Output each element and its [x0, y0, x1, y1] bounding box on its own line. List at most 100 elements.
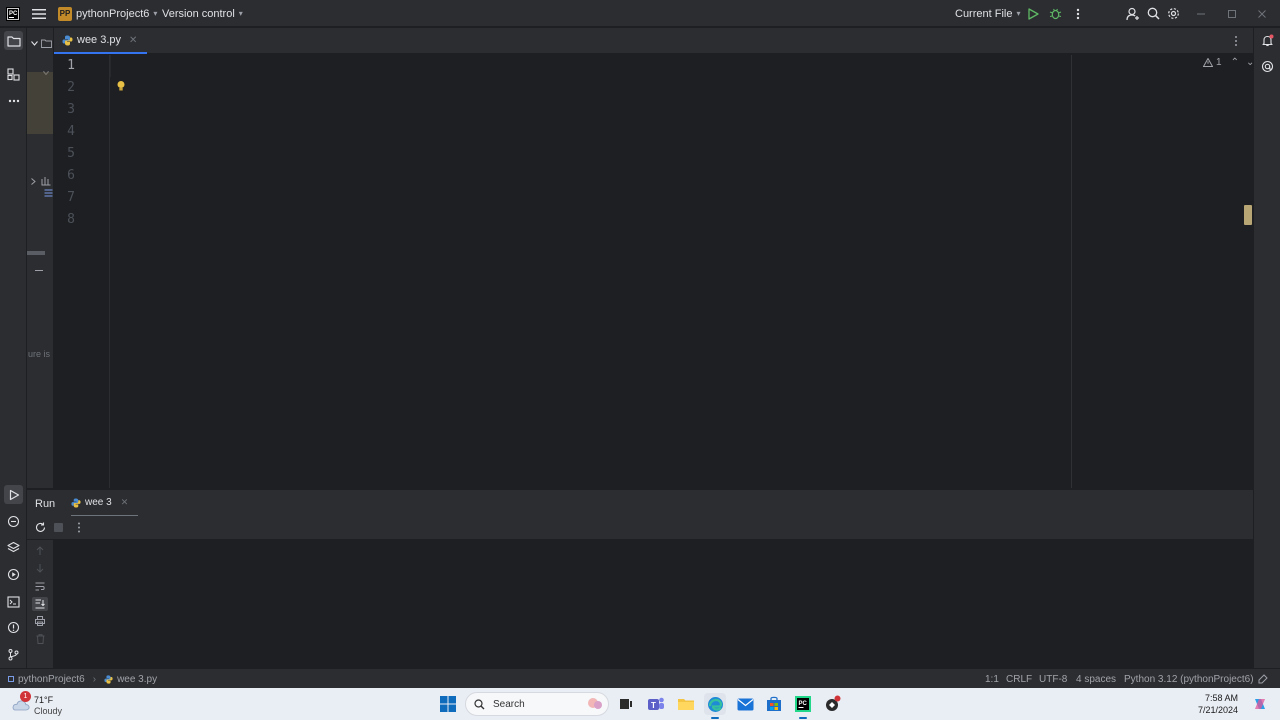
windows-start-icon[interactable] [437, 693, 459, 715]
run-button[interactable] [1027, 0, 1039, 27]
system-clock[interactable]: 7:58 AM 7/21/2024 [1190, 693, 1238, 715]
project-badge: PP [58, 6, 72, 21]
inspection-count: 1 [1216, 57, 1222, 68]
layers-tool-button[interactable] [4, 538, 23, 557]
vcs-selector[interactable]: Version control ▾ [162, 0, 243, 27]
line-number-gutter: 1 2 3 4 5 6 7 8 [54, 55, 110, 488]
minimize-window-icon[interactable] [1196, 0, 1206, 27]
folder-icon [6, 35, 21, 47]
chevron-up-icon[interactable]: ⌃ [1231, 57, 1239, 68]
inspection-widget[interactable]: 1 ⌃ ⌄ [1203, 57, 1254, 68]
print-icon[interactable] [35, 616, 45, 626]
trash-icon[interactable] [36, 634, 45, 644]
mail-icon[interactable] [734, 693, 756, 715]
structure-tool-button[interactable] [4, 65, 23, 84]
search-icon[interactable] [1147, 0, 1160, 27]
notifications-bell-icon[interactable] [1258, 31, 1277, 50]
copilot-icon[interactable] [1249, 693, 1271, 715]
debug-button[interactable] [1049, 0, 1062, 27]
editor-tab-bar: wee 3.py ✕ [54, 28, 1253, 54]
editor-tab-wee3[interactable]: wee 3.py ✕ [54, 28, 148, 54]
weather-widget[interactable]: 1 71°F Cloudy [10, 691, 90, 717]
scroll-up-icon[interactable] [36, 546, 44, 556]
rerun-icon[interactable] [35, 522, 46, 533]
close-tab-icon[interactable]: ✕ [129, 35, 137, 46]
read-only-lock-icon[interactable] [1258, 669, 1268, 689]
line-ending[interactable]: CRLF [1006, 669, 1032, 689]
run-config-selector[interactable]: Current File ▾ [955, 0, 1020, 27]
svg-text:PC: PC [799, 701, 808, 707]
file-encoding[interactable]: UTF-8 [1039, 669, 1067, 689]
run-options-icon[interactable] [77, 522, 81, 533]
problems-tool-button[interactable] [4, 618, 23, 637]
close-tab-icon[interactable]: ✕ [121, 497, 129, 508]
folder-icon [41, 39, 52, 48]
teams-icon[interactable]: T [645, 693, 667, 715]
project-selector[interactable]: PP pythonProject6 ▾ [58, 0, 157, 27]
breadcrumb-file[interactable]: wee 3.py [117, 674, 157, 685]
weather-temp: 71°F [34, 695, 54, 705]
line-number: 3 [67, 102, 75, 117]
svg-text:T: T [651, 701, 656, 710]
panel-scrollbar[interactable] [27, 251, 45, 255]
git-tool-button[interactable] [4, 645, 23, 664]
breadcrumb-project[interactable]: pythonProject6 [18, 674, 85, 685]
active-app-indicator [711, 717, 719, 719]
run-console-output[interactable] [54, 540, 1253, 668]
stop-icon[interactable] [54, 523, 63, 532]
editor-scroll-marker[interactable] [1244, 205, 1252, 225]
selected-tree-row[interactable] [27, 72, 53, 134]
run-tab-wee3[interactable]: wee 3 ✕ [71, 490, 139, 517]
microsoft-store-icon[interactable] [763, 693, 785, 715]
active-app-indicator [799, 717, 807, 719]
ai-assistant-icon[interactable] [1258, 57, 1277, 76]
app-with-notification-icon[interactable] [821, 693, 843, 715]
python-interpreter[interactable]: Python 3.12 (pythonProject6) [1124, 669, 1254, 689]
git-branch-icon [8, 649, 19, 661]
scratches-icon[interactable] [44, 189, 53, 197]
maximize-window-icon[interactable] [1227, 0, 1237, 27]
external-libraries-node[interactable] [31, 176, 51, 186]
library-icon [41, 177, 51, 186]
run-side-toolbar [27, 540, 54, 668]
close-window-icon[interactable] [1257, 0, 1267, 27]
code-editor[interactable]: 1 ⌃ ⌄ [111, 55, 1254, 488]
collapse-icon[interactable] [35, 270, 43, 271]
edge-browser-icon[interactable] [704, 693, 726, 719]
main-menu-icon[interactable] [32, 0, 46, 27]
weather-desc: Cloudy [34, 706, 63, 716]
pycharm-taskbar-icon[interactable]: PC [792, 693, 814, 719]
file-explorer-icon[interactable] [675, 693, 697, 715]
task-view-icon[interactable] [615, 693, 637, 715]
more-actions-icon[interactable] [1074, 0, 1082, 27]
taskbar-search[interactable]: Search [465, 692, 609, 716]
python-packages-tool-button[interactable] [4, 512, 23, 531]
module-icon [8, 676, 14, 682]
caret-position[interactable]: 1:1 [985, 669, 999, 689]
line-number: 1 [67, 58, 75, 73]
python-file-icon [71, 497, 81, 508]
app-logo[interactable]: PC [6, 0, 20, 27]
run-toolbar [27, 516, 1253, 540]
project-tree-root[interactable] [31, 38, 53, 48]
scroll-down-icon[interactable] [36, 563, 44, 573]
line-number: 4 [67, 124, 75, 139]
run-tool-button[interactable] [4, 485, 23, 504]
services-tool-button[interactable] [4, 565, 23, 584]
project-tool-button[interactable] [4, 31, 23, 50]
intention-bulb-icon[interactable] [116, 80, 126, 92]
title-bar: PC PP pythonProject6 ▾ Version control ▾… [0, 0, 1280, 27]
terminal-tool-button[interactable] [4, 592, 23, 611]
tab-options-icon[interactable] [1234, 35, 1238, 47]
indent-setting[interactable]: 4 spaces [1076, 669, 1116, 689]
soft-wrap-icon[interactable] [35, 582, 45, 591]
scroll-to-end-icon[interactable] [32, 597, 48, 611]
layers-icon [7, 541, 20, 553]
chevron-right-icon [31, 177, 36, 185]
python-file-icon [62, 35, 73, 45]
problems-icon [7, 621, 20, 634]
more-tools-icon[interactable] [4, 91, 23, 110]
editor-tab-label: wee 3.py [77, 34, 122, 46]
settings-gear-icon[interactable] [1167, 0, 1180, 27]
code-with-me-icon[interactable] [1126, 0, 1140, 27]
